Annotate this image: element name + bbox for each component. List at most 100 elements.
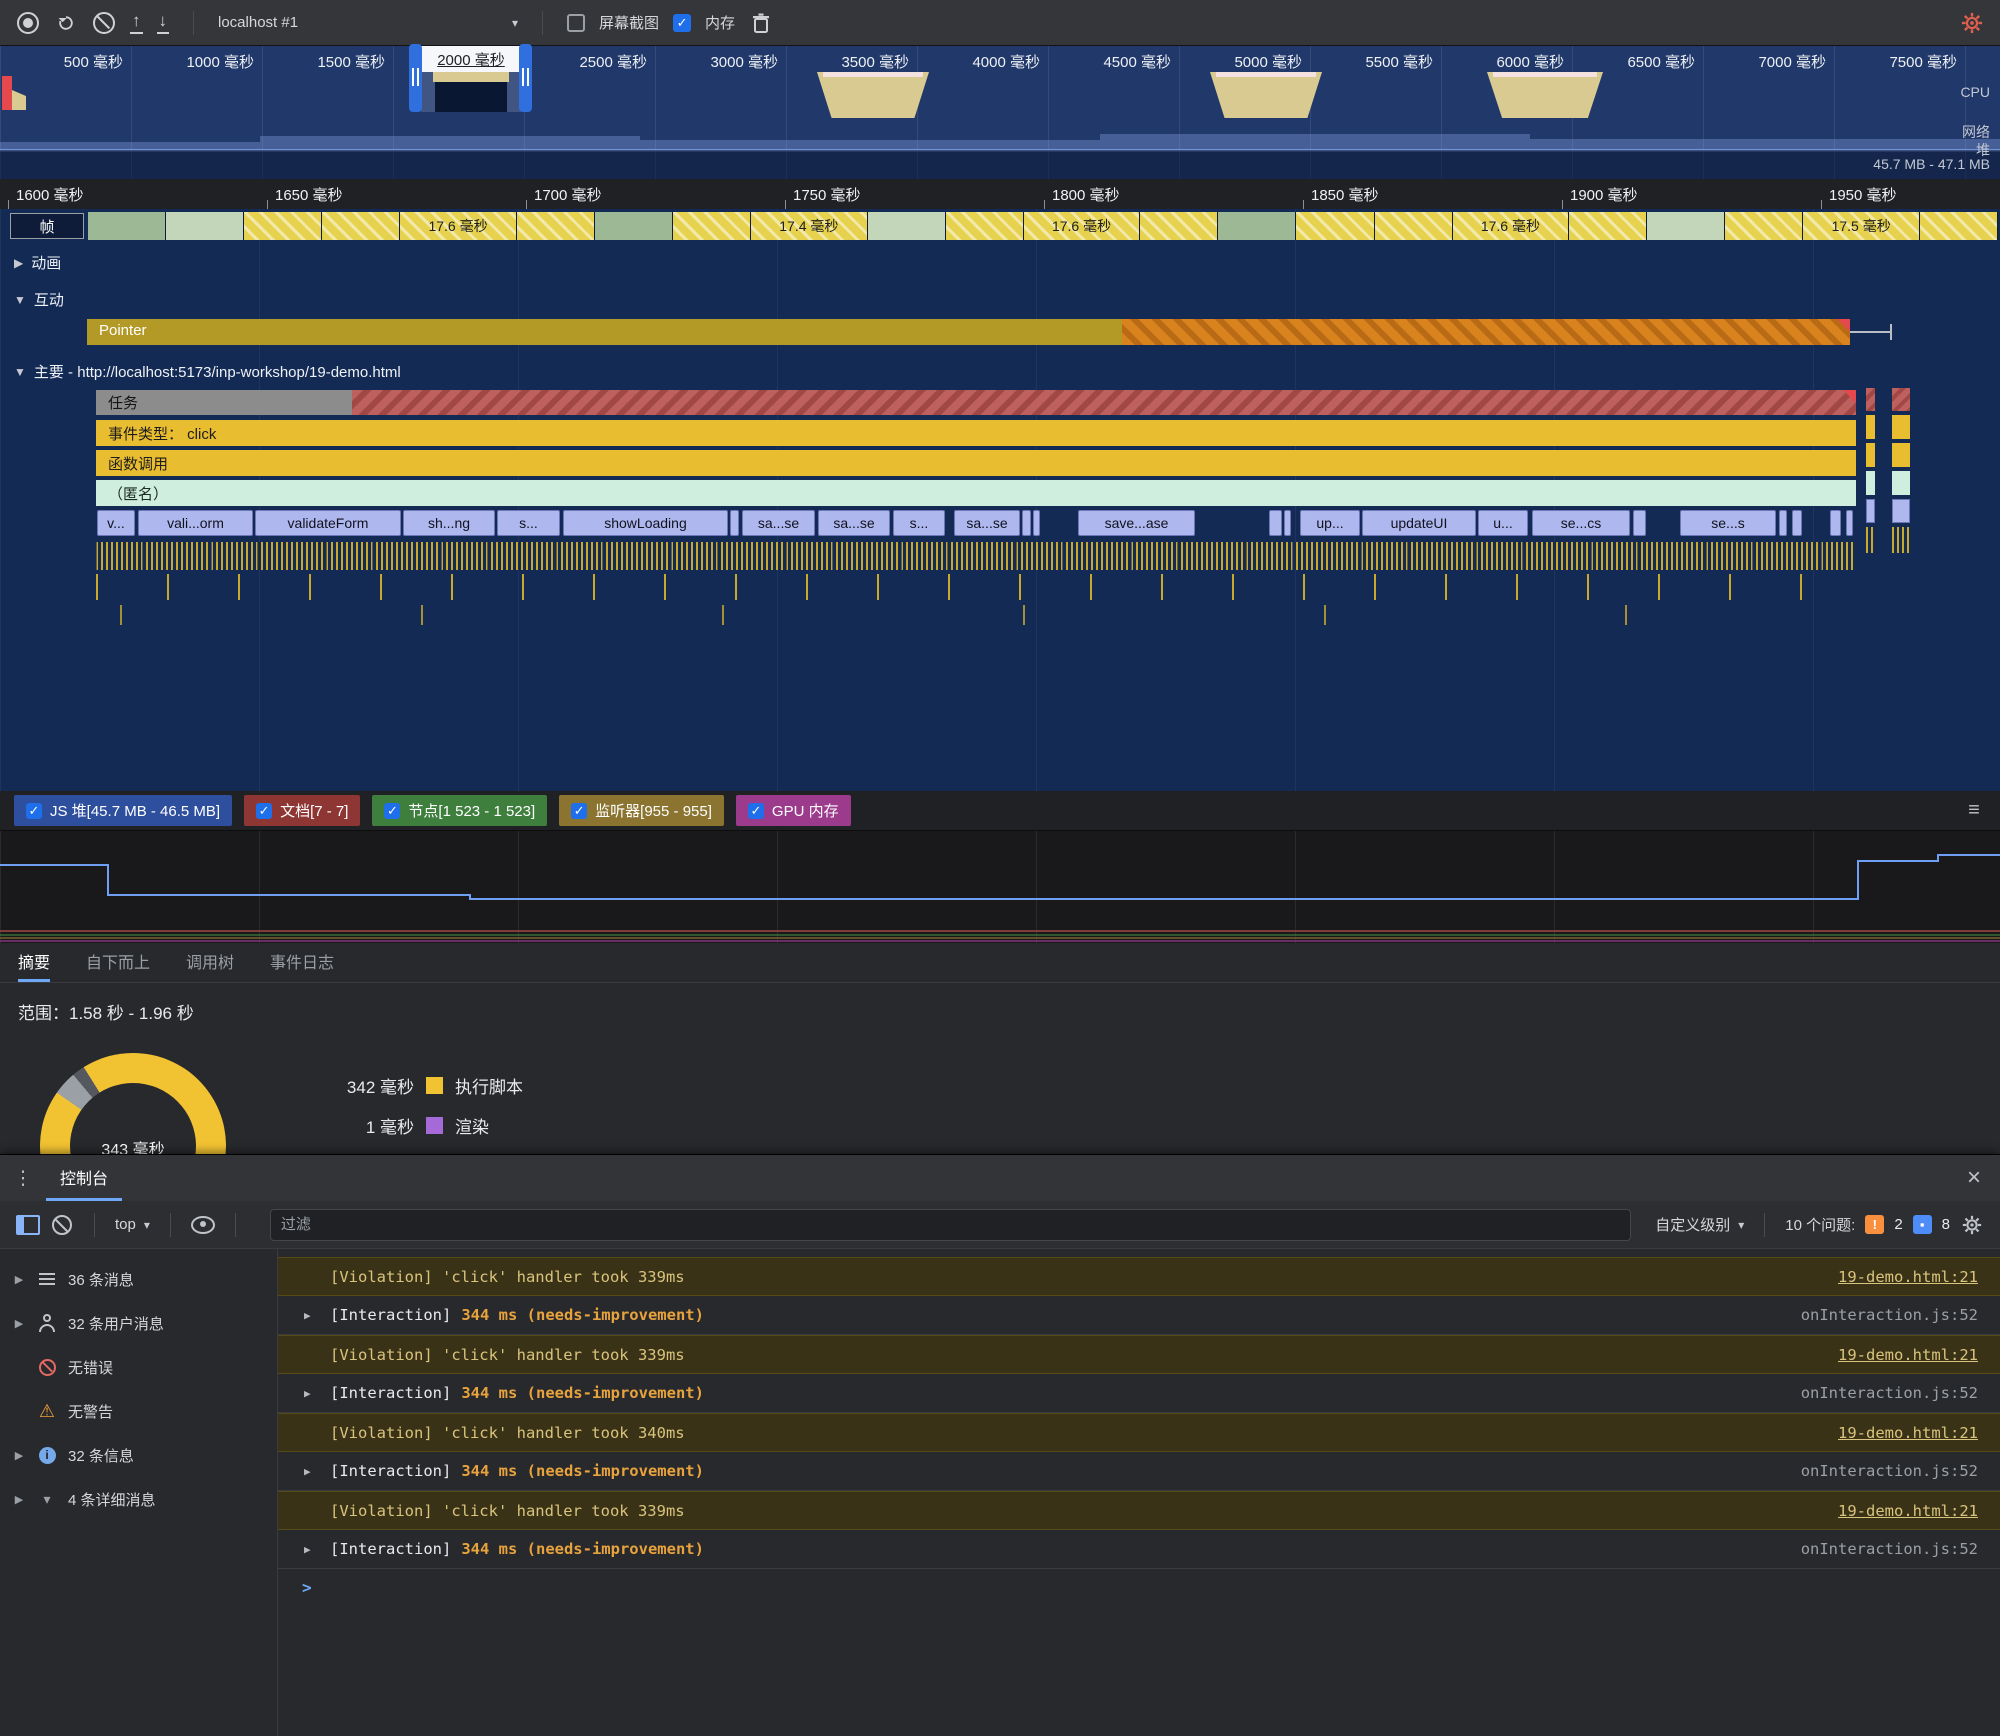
selection-right-handle[interactable]	[519, 44, 532, 112]
frame-segment[interactable]	[516, 212, 595, 240]
timeline-overview[interactable]: 500 毫秒 1000 毫秒 1500 毫秒 2000 毫秒 2500 毫秒 3000 毫…	[0, 44, 2000, 180]
tab-console[interactable]: 控制台	[46, 1155, 123, 1201]
frame-segment[interactable]	[1647, 212, 1726, 240]
chevron-right-icon[interactable]: ▶	[12, 1449, 26, 1462]
frame-segment-labeled[interactable]: 17.4 毫秒	[751, 212, 868, 240]
close-icon[interactable]: ×	[1948, 1155, 2000, 1201]
frame-segment[interactable]	[1374, 212, 1453, 240]
execution-context-select[interactable]: top ▾	[115, 1216, 150, 1233]
chevron-right-icon[interactable]: ▶	[12, 1273, 26, 1286]
frame-segment[interactable]	[1919, 212, 1999, 240]
frame-segment-labeled[interactable]: 17.6 毫秒	[1452, 212, 1570, 240]
console-sidebar-item[interactable]: ▶ 36 条消息	[0, 1257, 277, 1301]
load-profile-button[interactable]: ↑	[130, 11, 143, 34]
issues-error-icon[interactable]: !	[1865, 1215, 1885, 1234]
event-click-bar[interactable]: 事件类型： click	[96, 420, 1856, 446]
frame-segment[interactable]	[166, 212, 245, 240]
js-frame-block[interactable]: sa...se	[818, 510, 890, 536]
js-frame-block[interactable]	[730, 510, 739, 536]
chevron-right-icon[interactable]: ▶	[304, 1543, 330, 1556]
console-sidebar-item[interactable]: ▶ ▾ 4 条详细消息	[0, 1477, 277, 1521]
frame-segment[interactable]	[1218, 212, 1297, 240]
js-frame-block[interactable]	[1633, 510, 1646, 536]
tab-call-tree[interactable]: 调用树	[186, 943, 234, 982]
js-frame-block[interactable]: up...	[1300, 510, 1360, 536]
memory-checkbox[interactable]: ✓	[673, 13, 692, 32]
interactions-track-header[interactable]: ▼ 互动	[14, 289, 64, 310]
js-frame-block[interactable]: sa...se	[742, 510, 815, 536]
frame-segment[interactable]	[867, 212, 946, 240]
chevron-right-icon[interactable]: ▶	[304, 1387, 330, 1400]
js-frame-block[interactable]: updateUI	[1362, 510, 1476, 536]
chevron-right-icon[interactable]: ▶	[304, 1465, 330, 1478]
memory-series-checkbox[interactable]: ✓	[384, 802, 401, 819]
collect-garbage-button[interactable]	[749, 11, 773, 35]
frame-segment[interactable]	[672, 212, 752, 240]
more-tools-icon[interactable]: ⋮	[0, 1155, 46, 1201]
tab-bottom-up[interactable]: 自下而上	[86, 943, 150, 982]
source-link[interactable]: 19-demo.html:21	[1838, 1502, 1978, 1520]
source-link[interactable]: 19-demo.html:21	[1838, 1424, 1978, 1442]
console-sidebar-item[interactable]: 无错误	[0, 1345, 277, 1389]
frame-segment[interactable]	[594, 212, 673, 240]
chevron-right-icon[interactable]: ▶	[304, 1309, 330, 1322]
anonymous-bar[interactable]: （匿名）	[96, 480, 1856, 506]
function-call-bar[interactable]: 函数调用	[96, 450, 1856, 476]
console-sidebar-item[interactable]: ⚠ 无警告	[0, 1389, 277, 1433]
js-frame-block[interactable]: s...	[893, 510, 945, 536]
frame-segment-labeled[interactable]: 17.5 毫秒	[1803, 212, 1920, 240]
reload-and-record-button[interactable]	[54, 11, 78, 35]
source-link[interactable]: 19-demo.html:21	[1838, 1268, 1978, 1286]
memory-series-checkbox[interactable]: ✓	[26, 802, 42, 819]
memory-legend-chip[interactable]: ✓ 文档[7 - 7]	[244, 795, 361, 826]
js-frame-block[interactable]	[1846, 510, 1853, 536]
pointer-interaction-bar[interactable]: Pointer	[87, 319, 1850, 345]
console-filter-input[interactable]	[269, 1208, 1632, 1241]
screenshots-checkbox[interactable]	[567, 13, 585, 32]
source-link[interactable]: onInteraction.js:52	[1801, 1540, 1978, 1558]
save-profile-button[interactable]: ↓	[156, 11, 169, 34]
memory-series-checkbox[interactable]: ✓	[256, 802, 273, 819]
js-frame-block[interactable]: showLoading	[563, 510, 728, 536]
selection-left-handle[interactable]	[409, 44, 422, 112]
memory-checkbox-label[interactable]: 内存	[705, 12, 735, 33]
frame-segment[interactable]	[244, 212, 323, 240]
frame-segment[interactable]	[322, 212, 401, 240]
frame-segment[interactable]	[88, 212, 167, 240]
log-levels-select[interactable]: 自定义级别 ▾	[1655, 1214, 1744, 1235]
screenshots-checkbox-label[interactable]: 屏幕截图	[599, 12, 659, 33]
record-button[interactable]	[16, 11, 40, 35]
js-frame-block[interactable]: sh...ng	[403, 510, 495, 536]
frame-segment[interactable]	[1569, 212, 1648, 240]
memory-legend-chip[interactable]: ✓ JS 堆[45.7 MB - 46.5 MB]	[14, 795, 233, 826]
clear-console-button[interactable]	[50, 1213, 74, 1237]
frame-segment[interactable]	[1725, 212, 1804, 240]
long-task-bar[interactable]	[352, 390, 1856, 415]
js-frame-block[interactable]: v...	[97, 510, 135, 536]
js-frame-block[interactable]: u...	[1478, 510, 1528, 536]
js-frame-block[interactable]: vali...orm	[138, 510, 253, 536]
create-live-expression-button[interactable]	[190, 1213, 215, 1237]
js-frame-block[interactable]	[1779, 510, 1787, 536]
memory-counter-chart[interactable]	[0, 831, 2000, 944]
frame-segment[interactable]	[1296, 212, 1375, 240]
source-link[interactable]: onInteraction.js:52	[1801, 1384, 1978, 1402]
frame-segment-labeled[interactable]: 17.6 毫秒	[1023, 212, 1141, 240]
js-frame-block[interactable]	[1792, 510, 1802, 536]
console-sidebar-toggle[interactable]	[16, 1213, 40, 1237]
frame-segment[interactable]	[1140, 212, 1219, 240]
source-link[interactable]: onInteraction.js:52	[1801, 1462, 1978, 1480]
js-frame-block[interactable]	[1269, 510, 1282, 536]
js-frame-block[interactable]: validateForm	[255, 510, 401, 536]
source-link[interactable]: onInteraction.js:52	[1801, 1306, 1978, 1324]
frame-segment[interactable]	[945, 212, 1024, 240]
js-frame-block[interactable]	[1284, 510, 1291, 536]
capture-settings-button[interactable]	[1960, 11, 1984, 35]
js-frame-block[interactable]	[1033, 510, 1040, 536]
memory-series-checkbox[interactable]: ✓	[571, 802, 588, 819]
tab-event-log[interactable]: 事件日志	[270, 943, 334, 982]
memory-legend-chip[interactable]: ✓ GPU 内存	[735, 795, 851, 826]
console-sidebar-item[interactable]: ▶ 32 条用户消息	[0, 1301, 277, 1345]
frame-segment-labeled[interactable]: 17.6 毫秒	[400, 212, 517, 240]
clear-recording-button[interactable]	[92, 11, 116, 35]
